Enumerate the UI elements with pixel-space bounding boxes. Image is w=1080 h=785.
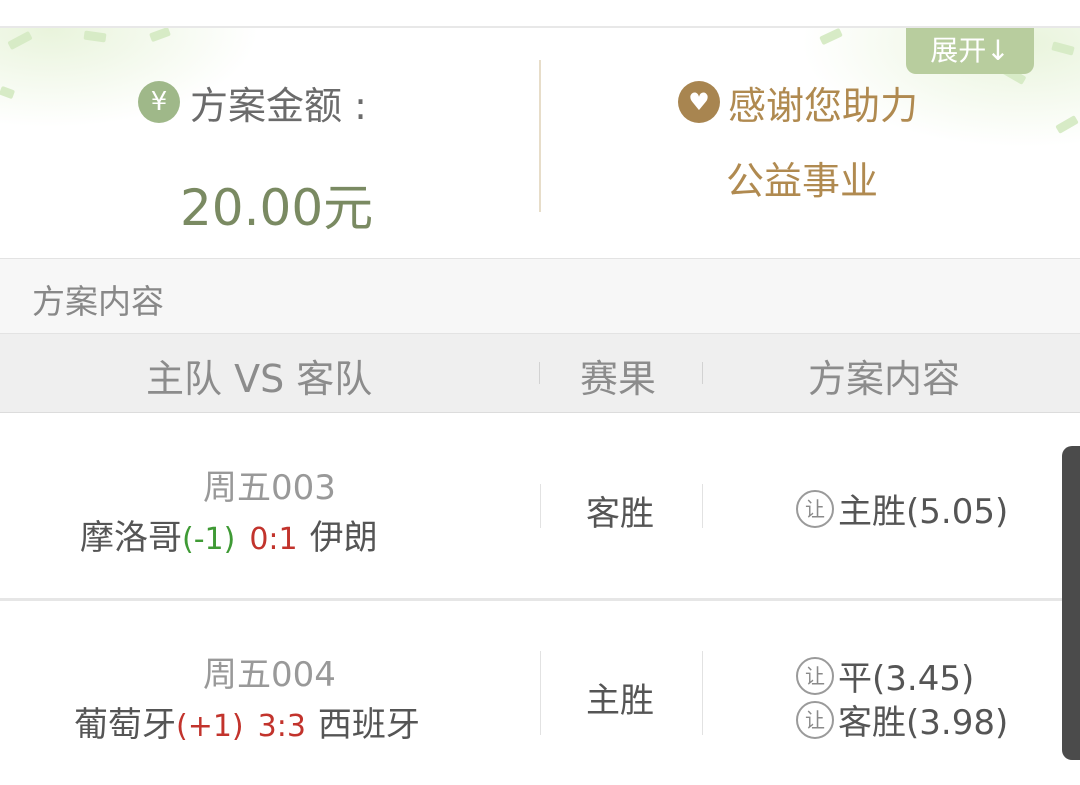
plan-pick: 让 客胜(3.98)	[796, 695, 1008, 744]
expand-button[interactable]: 展开↓	[906, 28, 1034, 74]
match-result: 客胜	[586, 494, 654, 534]
yen-icon: ¥	[138, 81, 180, 123]
pick-text: 客胜(3.98)	[838, 703, 1009, 743]
thanks-line-2: 公益事业	[726, 159, 879, 203]
home-team: 摩洛哥	[80, 518, 182, 558]
scrollbar-handle[interactable]	[1062, 446, 1080, 760]
table-header: 主队 VS 客队 赛果 方案内容	[0, 334, 1080, 413]
column-separator	[540, 484, 541, 528]
column-separator	[702, 651, 703, 735]
pick-text: 主胜(5.05)	[838, 492, 1009, 532]
top-divider	[0, 0, 1080, 28]
handicap-badge-icon: 让	[796, 489, 834, 528]
banner-divider	[539, 60, 541, 212]
header-plan: 方案内容	[808, 357, 961, 401]
header-result: 赛果	[580, 357, 657, 401]
home-team: 葡萄牙	[74, 705, 176, 745]
heart-icon: ♥	[678, 81, 720, 123]
thanks-line-group: ♥ 感谢您助力	[678, 80, 918, 128]
plan-pick: 让 平(3.45)	[796, 651, 974, 700]
amount-label-group: ¥ 方案金额 :	[138, 80, 367, 128]
match-date: 周五003	[203, 468, 336, 508]
match-score: 3:3	[257, 709, 306, 744]
handicap-badge-icon: 让	[796, 700, 834, 739]
column-separator	[702, 484, 703, 528]
handicap: (+1)	[176, 709, 244, 744]
match-teams: 葡萄牙(+1) 3:3 西班牙	[74, 697, 420, 746]
handicap: (-1)	[182, 522, 236, 557]
amount-banner: 展开↓ ¥ 方案金额 : 20.00元 ♥ 感谢您助力 公益事业	[0, 28, 1080, 258]
table-row: 周五004 葡萄牙(+1) 3:3 西班牙 主胜 让 平(3.45) 让 客胜(3.…	[0, 601, 1080, 785]
plan-pick: 让 主胜(5.05)	[796, 484, 1008, 533]
header-separator	[539, 362, 540, 384]
handicap-badge-icon: 让	[796, 656, 834, 695]
away-team: 伊朗	[309, 518, 378, 558]
away-team: 西班牙	[317, 705, 420, 745]
table-row: 周五003 摩洛哥(-1) 0:1 伊朗 客胜 让 主胜(5.05)	[0, 414, 1080, 601]
section-title: 方案内容	[32, 282, 164, 321]
match-teams: 摩洛哥(-1) 0:1 伊朗	[80, 510, 378, 559]
amount-value: 20.00元	[180, 179, 374, 237]
section-header: 方案内容	[0, 258, 1080, 334]
match-score: 0:1	[249, 522, 298, 557]
pick-text: 平(3.45)	[838, 659, 975, 699]
header-separator	[702, 362, 703, 384]
column-separator	[540, 651, 541, 735]
match-result: 主胜	[586, 681, 654, 721]
amount-label: 方案金额 :	[190, 83, 367, 128]
match-date: 周五004	[203, 655, 336, 695]
thanks-line-1: 感谢您助力	[728, 83, 919, 128]
header-teams: 主队 VS 客队	[146, 357, 373, 401]
